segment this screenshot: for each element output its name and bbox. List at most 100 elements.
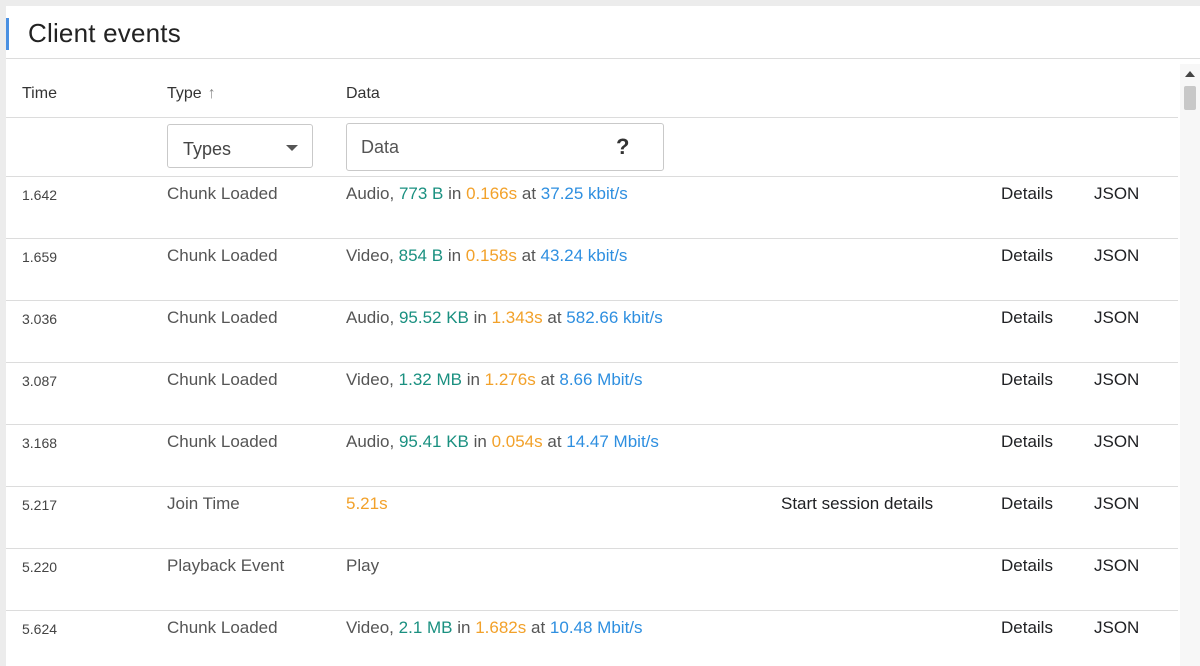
event-type: Chunk Loaded: [167, 308, 278, 327]
column-header-data[interactable]: Data: [346, 85, 380, 103]
json-button[interactable]: JSON: [1094, 494, 1139, 514]
table-header: Time Type ↑ Data: [6, 59, 1178, 118]
event-time: 1.659: [22, 249, 58, 265]
event-type: Chunk Loaded: [167, 246, 278, 265]
event-time: 1.642: [22, 187, 58, 203]
event-size: 95.41 KB: [398, 432, 469, 451]
event-size: 854 B: [398, 246, 444, 265]
details-button[interactable]: Details: [1001, 246, 1053, 266]
event-media: Video,: [346, 246, 394, 265]
column-header-time[interactable]: Time: [22, 85, 57, 103]
event-rate: 14.47 Mbit/s: [566, 432, 659, 451]
event-time: 5.220: [22, 559, 58, 575]
event-type: Join Time: [167, 494, 240, 513]
event-time: 3.087: [22, 373, 58, 389]
event-media: Audio,: [346, 432, 395, 451]
event-duration: 0.166s: [466, 184, 518, 203]
event-time: 5.624: [22, 621, 58, 637]
table-row: 3.036 Chunk Loaded Audio, 95.52 KB in 1.34…: [6, 301, 1178, 363]
event-at: at: [521, 246, 536, 265]
event-duration: 1.276s: [484, 370, 536, 389]
json-button[interactable]: JSON: [1094, 556, 1139, 576]
event-duration: 0.158s: [465, 246, 517, 265]
event-rate: 8.66 Mbit/s: [559, 370, 643, 389]
json-button[interactable]: JSON: [1094, 370, 1139, 390]
event-data: Video, 2.1 MB in 1.682s at 10.48 Mbit/s: [346, 618, 643, 638]
types-filter-value: Types: [183, 139, 232, 159]
event-time: 5.217: [22, 497, 58, 513]
event-data: Audio, 95.41 KB in 0.054s at 14.47 Mbit/…: [346, 432, 659, 452]
scroll-thumb[interactable]: [1184, 86, 1196, 110]
event-rate: 37.25 kbit/s: [540, 184, 628, 203]
panel-title: Client events: [28, 18, 181, 48]
event-at: at: [521, 184, 537, 203]
event-size: 95.52 KB: [398, 308, 469, 327]
types-filter-select[interactable]: Types: [167, 124, 313, 168]
event-media: Video,: [346, 618, 394, 637]
json-button[interactable]: JSON: [1094, 184, 1139, 204]
event-data: Video, 854 B in 0.158s at 43.24 kbit/s: [346, 246, 627, 266]
arrow-up-icon[interactable]: ↑: [208, 85, 216, 103]
event-in: in: [457, 618, 471, 637]
details-button[interactable]: Details: [1001, 618, 1053, 638]
event-size: 2.1 MB: [398, 618, 453, 637]
details-button[interactable]: Details: [1001, 494, 1053, 514]
event-data: Audio, 773 B in 0.166s at 37.25 kbit/s: [346, 184, 628, 204]
event-type: Chunk Loaded: [167, 370, 278, 389]
event-duration: 1.682s: [475, 618, 527, 637]
panel-header: Client events: [6, 6, 1200, 59]
details-button[interactable]: Details: [1001, 184, 1053, 204]
event-in: in: [448, 184, 462, 203]
table-row: 1.659 Chunk Loaded Video, 854 B in 0.158s …: [6, 239, 1178, 301]
details-button[interactable]: Details: [1001, 308, 1053, 328]
event-in: in: [466, 370, 480, 389]
title-accent-bar: [6, 18, 9, 50]
event-rate: 582.66 kbit/s: [566, 308, 663, 327]
event-type: Chunk Loaded: [167, 184, 278, 203]
event-data: Audio, 95.52 KB in 1.343s at 582.66 kbit…: [346, 308, 663, 328]
event-in: in: [473, 308, 487, 327]
event-data: Play: [346, 556, 379, 576]
vertical-scrollbar[interactable]: [1180, 64, 1200, 666]
scroll-up-arrow-icon[interactable]: [1185, 71, 1195, 77]
event-rate: 10.48 Mbit/s: [549, 618, 643, 637]
event-media: Video,: [346, 370, 394, 389]
event-rate: 43.24 kbit/s: [540, 246, 628, 265]
help-icon[interactable]: ?: [616, 134, 629, 160]
event-size: 773 B: [398, 184, 444, 203]
event-in: in: [447, 246, 462, 265]
event-at: at: [547, 308, 562, 327]
table-row: 3.168 Chunk Loaded Audio, 95.41 KB in 0.05…: [6, 425, 1178, 487]
event-text: Play: [346, 556, 380, 575]
event-type: Chunk Loaded: [167, 618, 278, 637]
event-duration: 5.21s: [346, 494, 388, 513]
column-header-type[interactable]: Type ↑: [167, 85, 216, 103]
table-row: 5.624 Chunk Loaded Video, 2.1 MB in 1.682s…: [6, 611, 1178, 666]
event-at: at: [540, 370, 555, 389]
json-button[interactable]: JSON: [1094, 618, 1139, 638]
table-row: 3.087 Chunk Loaded Video, 1.32 MB in 1.276…: [6, 363, 1178, 425]
column-header-type-label: Type: [167, 85, 202, 102]
client-events-panel: Client events Time Type ↑ Data Types ? 1.…: [6, 6, 1200, 666]
event-type: Playback Event: [167, 556, 285, 575]
table-row: 1.642 Chunk Loaded Audio, 773 B in 0.166s …: [6, 177, 1178, 239]
event-duration: 0.054s: [491, 432, 543, 451]
event-at: at: [530, 618, 546, 637]
table-row: 5.220 Playback Event Play Details JSON: [6, 549, 1178, 611]
details-button[interactable]: Details: [1001, 556, 1053, 576]
json-button[interactable]: JSON: [1094, 432, 1139, 452]
event-type: Chunk Loaded: [167, 432, 278, 451]
table-row: 5.217 Join Time 5.21s Start session details…: [6, 487, 1178, 549]
events-table-body: 1.642 Chunk Loaded Audio, 773 B in 0.166s …: [6, 177, 1178, 666]
event-data: 5.21s: [346, 494, 388, 514]
event-at: at: [547, 432, 562, 451]
event-media: Audio,: [346, 184, 395, 203]
details-button[interactable]: Details: [1001, 432, 1053, 452]
event-time: 3.168: [22, 435, 58, 451]
event-media: Audio,: [346, 308, 395, 327]
json-button[interactable]: JSON: [1094, 246, 1139, 266]
details-button[interactable]: Details: [1001, 370, 1053, 390]
event-time: 3.036: [22, 311, 58, 327]
start-session-details-link[interactable]: Start session details: [781, 494, 933, 514]
json-button[interactable]: JSON: [1094, 308, 1139, 328]
